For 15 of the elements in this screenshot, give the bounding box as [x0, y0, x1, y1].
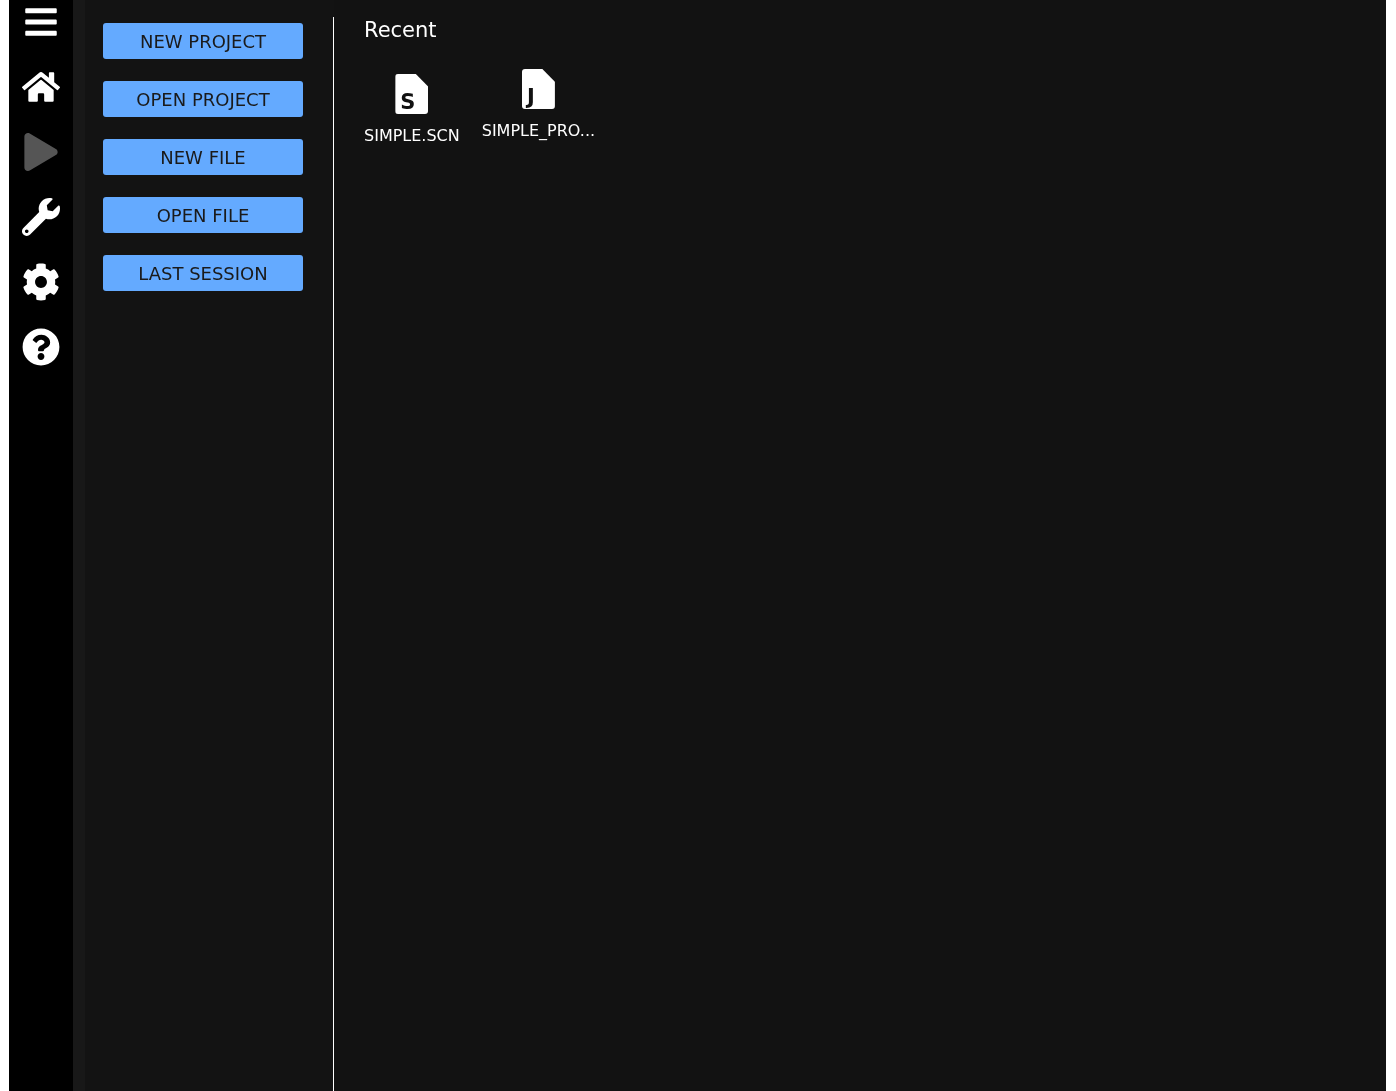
file-icon[interactable]: S: [395, 74, 429, 114]
action-button[interactable]: OPEN FILE: [103, 197, 303, 233]
recent-heading: Recent: [364, 17, 437, 44]
action-button[interactable]: NEW FILE: [103, 139, 303, 175]
file-name[interactable]: SIMPLE_PRO...: [481, 119, 596, 143]
action-button[interactable]: OPEN PROJECT: [103, 81, 303, 117]
file-letter: J: [526, 87, 535, 108]
help-icon[interactable]: [21, 327, 61, 367]
file-letter: S: [400, 92, 416, 113]
settings-icon[interactable]: [21, 262, 61, 302]
file-icon[interactable]: J: [521, 69, 555, 109]
action-button[interactable]: NEW PROJECT: [103, 23, 303, 59]
action-button[interactable]: LAST SESSION: [103, 255, 303, 291]
wrench-icon[interactable]: [21, 197, 61, 237]
file-name[interactable]: SIMPLE.SCN: [364, 124, 460, 148]
